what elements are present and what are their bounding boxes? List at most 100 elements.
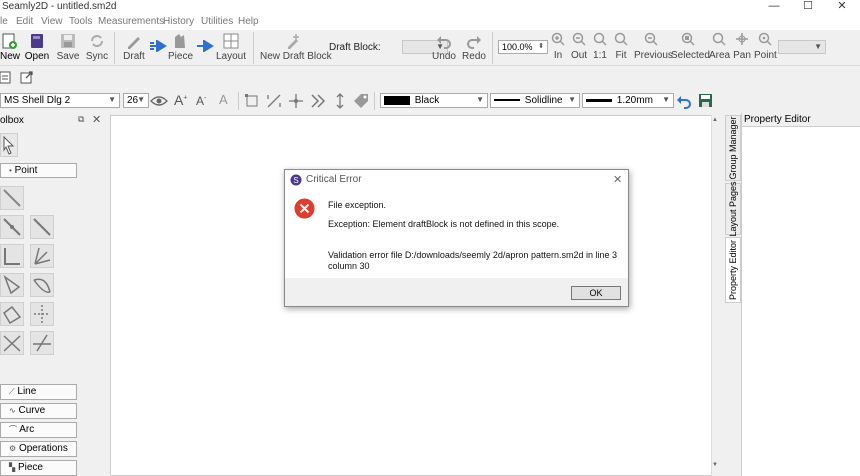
eye-icon[interactable]	[150, 94, 168, 108]
zoom-original-button[interactable]: 1:1	[592, 32, 608, 64]
piece-group-button[interactable]: ▚ Piece	[0, 460, 77, 476]
normal-icon	[4, 248, 20, 265]
arrow-right-icon	[150, 40, 167, 52]
float-panel-icon[interactable]: ⧉	[78, 114, 84, 125]
zoom-out-button[interactable]: Out	[570, 32, 588, 64]
zoom-selected-button[interactable]: Selected	[671, 32, 710, 64]
menu-help[interactable]: Help	[238, 16, 259, 27]
crosshair-icon[interactable]	[288, 93, 304, 109]
scroll-down-icon[interactable]: ▼	[712, 462, 718, 468]
tool-line-intersect[interactable]	[30, 302, 54, 326]
tool-height[interactable]	[0, 302, 24, 326]
point-tool-icon: •	[9, 166, 12, 175]
zoom-area-button[interactable]: Area	[709, 32, 730, 64]
new-draft-block-button[interactable]: New Draft Block	[260, 32, 332, 64]
error-message-line1: File exception.	[328, 200, 387, 210]
font-size-select[interactable]: 26 ▼	[123, 93, 149, 108]
zoom-in-icon	[551, 32, 565, 46]
save-button[interactable]: Save	[56, 32, 80, 64]
menu-edit[interactable]: Edit	[16, 16, 33, 27]
operations-group-button[interactable]: ⚙ Operations	[0, 441, 77, 457]
dialog-close-icon[interactable]: ✕	[613, 173, 622, 186]
reset-undo-icon[interactable]	[676, 93, 692, 109]
file-toolbar	[0, 66, 860, 90]
undo-button[interactable]: Undo	[432, 32, 456, 64]
tab-layout-pages[interactable]: Layout Pages	[725, 181, 741, 237]
bisector-icon	[34, 247, 51, 265]
layout-icon	[223, 33, 239, 49]
arc-group-button[interactable]: ⌒ Arc	[0, 422, 77, 438]
tool-point-of-contact[interactable]	[0, 331, 24, 355]
zoom-scale-select[interactable]: ▼	[778, 40, 826, 54]
title-bar: Seamly2D - untitled.sm2d — ☐ ✕	[0, 0, 860, 14]
text-effects-icon[interactable]: A	[219, 92, 228, 107]
double-chevron-right-icon[interactable]	[310, 93, 326, 109]
curve-intersect-icon	[33, 278, 51, 293]
menu-utilities[interactable]: Utilities	[201, 16, 233, 27]
menu-view[interactable]: View	[41, 16, 63, 27]
pan-button[interactable]: Pan	[733, 32, 751, 64]
tab-property-editor[interactable]: Property Editor	[725, 237, 741, 303]
line-intersect-axis-icon	[33, 334, 51, 352]
export-icon[interactable]	[20, 70, 34, 84]
tool-line-point[interactable]	[0, 186, 24, 210]
font-family-select[interactable]: MS Shell Dlg 2 ▼	[0, 93, 120, 108]
select-rect-icon[interactable]	[244, 93, 260, 109]
zoom-in-button[interactable]: In	[550, 32, 566, 64]
open-button[interactable]: Open	[24, 32, 50, 64]
ok-button[interactable]: OK	[571, 286, 621, 300]
menu-history[interactable]: History	[163, 16, 194, 27]
spin-arrows-icon[interactable]: ⬍	[538, 42, 544, 50]
sync-icon	[91, 35, 103, 47]
tool-triangle[interactable]	[0, 273, 24, 297]
arrow-pointer-button[interactable]	[0, 133, 18, 157]
tab-group-manager[interactable]: Group Manager	[725, 115, 741, 181]
piece-mode-button[interactable]: Piece	[168, 32, 193, 64]
tool-curve-intersect[interactable]	[30, 273, 54, 297]
menu-measurements[interactable]: Measurements	[98, 16, 164, 27]
menu-file[interactable]: le	[0, 16, 8, 27]
vertical-scrollbar[interactable]: ▲ ▼	[711, 115, 719, 476]
vertical-arrow-icon[interactable]	[332, 93, 348, 109]
layout-mode-button[interactable]: Layout	[216, 32, 246, 64]
point-group-button[interactable]: • Point	[0, 163, 77, 178]
pan-icon	[736, 33, 748, 45]
dock-tabs: Group Manager Layout Pages Property Edit…	[725, 113, 741, 476]
tool-normal[interactable]	[0, 244, 24, 268]
redo-button[interactable]: Redo	[462, 32, 486, 64]
tool-line-intersect-axis[interactable]	[30, 331, 54, 355]
zoom-point-button[interactable]: Point	[754, 32, 777, 64]
tool-shoulder-point[interactable]	[30, 215, 54, 239]
save-defaults-icon[interactable]	[698, 93, 713, 108]
maximize-button[interactable]: ☐	[791, 0, 825, 14]
increase-font-icon[interactable]: A+	[174, 92, 187, 108]
close-panel-icon[interactable]: ✕	[92, 113, 101, 126]
sync-button[interactable]: Sync	[85, 32, 109, 64]
arc-tool-icon: ⌒	[9, 425, 17, 434]
new-button[interactable]: New	[0, 32, 20, 64]
close-button[interactable]: ✕	[825, 0, 859, 14]
curve-group-button[interactable]: ∿ Curve	[0, 403, 77, 419]
tool-bisector[interactable]	[30, 244, 54, 268]
error-message-line3: Validation error file D:/downloads/seeml…	[328, 250, 617, 260]
zoom-fit-button[interactable]: Fit	[612, 32, 630, 64]
zoom-previous-button[interactable]: Previous	[634, 32, 673, 64]
zoom-value-spinbox[interactable]: 100.0% ⬍	[498, 40, 548, 54]
tool-along-line[interactable]	[0, 215, 24, 239]
undo-icon	[437, 36, 451, 49]
line-group-button[interactable]: ⟋ Line	[0, 384, 77, 400]
draft-mode-button[interactable]: Draft	[121, 32, 147, 64]
tag-icon[interactable]	[352, 92, 370, 110]
line-color-select[interactable]: Black ▼	[380, 93, 488, 108]
line-weight-select[interactable]: 1.20mm ▼	[582, 93, 674, 108]
chevron-down-icon: ▼	[662, 95, 670, 104]
menu-tools[interactable]: Tools	[69, 16, 92, 27]
curve-tool-icon[interactable]	[266, 93, 282, 109]
new-file-small-icon[interactable]	[0, 70, 14, 84]
point-of-contact-icon	[3, 335, 21, 352]
decrease-font-icon[interactable]: A-	[196, 94, 206, 108]
chevron-down-icon: ▼	[568, 95, 576, 104]
minimize-button[interactable]: —	[757, 0, 791, 14]
scroll-up-icon[interactable]: ▲	[712, 117, 718, 123]
line-type-select[interactable]: Solidline ▼	[490, 93, 580, 108]
